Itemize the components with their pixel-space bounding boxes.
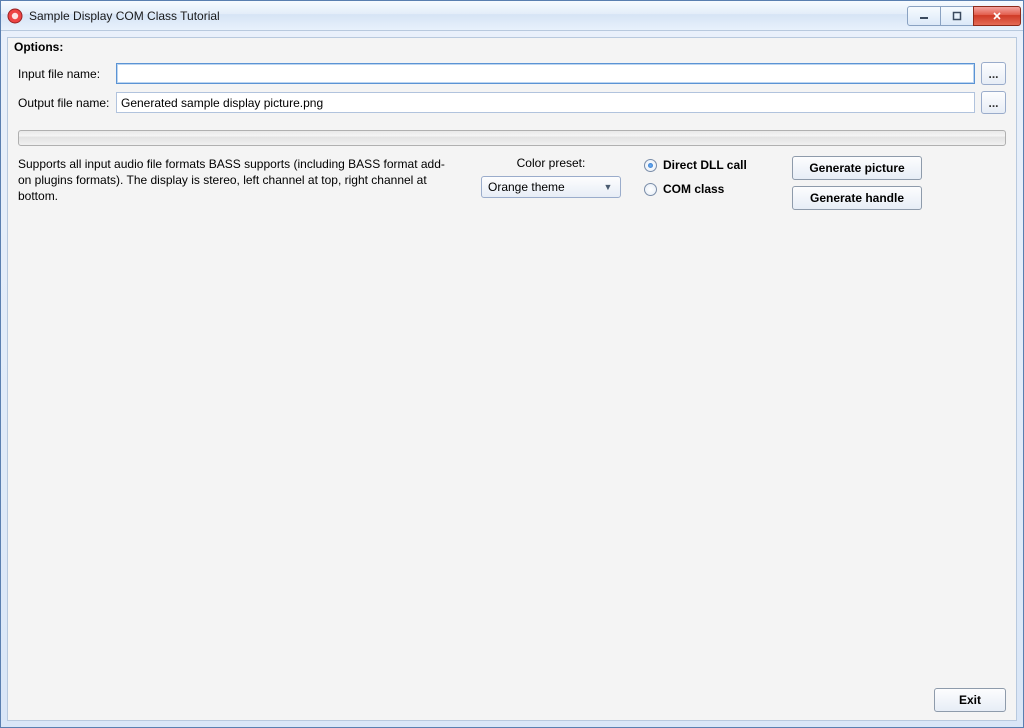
progress-bar <box>18 130 1006 146</box>
radio-com-class-label: COM class <box>663 182 724 196</box>
client-area: Options: Input file name: ... Output fil… <box>7 37 1017 721</box>
output-file-label: Output file name: <box>18 96 110 110</box>
info-text: Supports all input audio file formats BA… <box>18 156 458 205</box>
color-preset-combo[interactable]: Orange theme ▼ <box>481 176 621 198</box>
preset-column: Color preset: Orange theme ▼ <box>476 156 626 198</box>
action-buttons: Generate picture Generate handle <box>792 156 922 210</box>
input-file-field[interactable] <box>116 63 975 84</box>
input-file-label: Input file name: <box>18 67 110 81</box>
form-area: Input file name: ... Output file name: .… <box>8 58 1016 124</box>
options-group-label: Options: <box>8 38 1016 58</box>
input-browse-button[interactable]: ... <box>981 62 1006 85</box>
radio-icon <box>644 159 657 172</box>
input-file-row: Input file name: ... <box>18 62 1006 85</box>
close-button[interactable] <box>973 6 1021 26</box>
generate-handle-button[interactable]: Generate handle <box>792 186 922 210</box>
footer: Exit <box>934 688 1006 712</box>
options-group: Options: Input file name: ... Output fil… <box>8 38 1016 720</box>
output-file-field[interactable] <box>116 92 975 113</box>
color-preset-value: Orange theme <box>488 180 600 194</box>
radio-direct-dll-label: Direct DLL call <box>663 158 747 172</box>
window-title: Sample Display COM Class Tutorial <box>29 9 220 23</box>
radio-icon <box>644 183 657 196</box>
titlebar[interactable]: Sample Display COM Class Tutorial <box>1 1 1023 31</box>
color-preset-label: Color preset: <box>517 156 586 170</box>
mid-area: Supports all input audio file formats BA… <box>8 156 1016 210</box>
app-icon <box>7 8 23 24</box>
maximize-button[interactable] <box>940 6 974 26</box>
exit-button[interactable]: Exit <box>934 688 1006 712</box>
main-window: Sample Display COM Class Tutorial Option… <box>0 0 1024 728</box>
generate-picture-button[interactable]: Generate picture <box>792 156 922 180</box>
minimize-button[interactable] <box>907 6 941 26</box>
chevron-down-icon: ▼ <box>600 182 616 192</box>
radio-com-class[interactable]: COM class <box>644 182 774 196</box>
radio-direct-dll[interactable]: Direct DLL call <box>644 158 774 172</box>
output-file-row: Output file name: ... <box>18 91 1006 114</box>
call-mode-group: Direct DLL call COM class <box>644 156 774 196</box>
output-browse-button[interactable]: ... <box>981 91 1006 114</box>
window-controls <box>908 6 1021 26</box>
